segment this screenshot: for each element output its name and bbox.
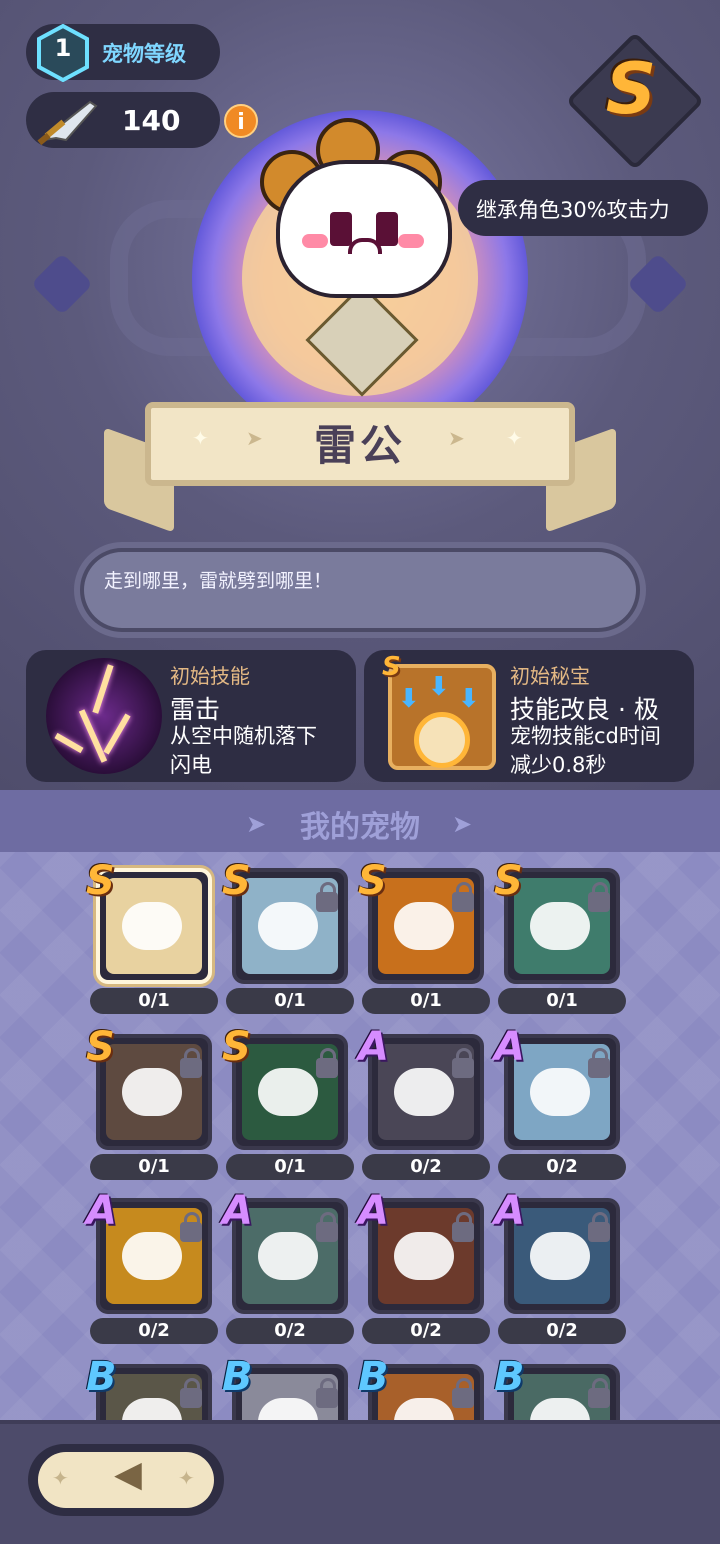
pet-rank-badge: B (358, 1354, 389, 1400)
info-icon[interactable]: i (224, 104, 258, 138)
pet-rank-badge: S (605, 48, 657, 130)
pet-face (394, 902, 454, 950)
lock-icon (588, 882, 610, 912)
pet-shard-count: 0/2 (498, 1154, 626, 1180)
pet-shard-count: 0/2 (362, 1318, 490, 1344)
pet-rank-badge: A (358, 1188, 389, 1234)
sword-icon (37, 100, 98, 146)
pet-rank-badge: A (494, 1188, 525, 1234)
pet-mouth (348, 238, 382, 254)
pet-face (394, 1068, 454, 1116)
pet-face (258, 1232, 318, 1280)
lock-icon (180, 1048, 202, 1078)
feather-icon: ➤ (448, 426, 465, 450)
pet-shard-count: 0/2 (362, 1154, 490, 1180)
sparkle-icon: ✦ (178, 1466, 195, 1490)
lightning-skill-icon (46, 658, 162, 774)
lock-icon (452, 1378, 474, 1408)
lock-icon (588, 1212, 610, 1242)
pet-rank-badge: B (86, 1354, 117, 1400)
lock-icon (180, 1212, 202, 1242)
pet-face (122, 1068, 182, 1116)
pet-face (530, 902, 590, 950)
pet-face (530, 1232, 590, 1280)
sparkle-icon: ✦ (506, 426, 523, 450)
skill-desc-line1: 从空中随机落下 (170, 724, 317, 748)
stopwatch-icon (414, 712, 470, 768)
lock-icon (316, 1048, 338, 1078)
pet-shard-count: 0/1 (498, 988, 626, 1014)
skill-desc-line2: 闪电 (170, 753, 212, 777)
pet-rank-badge: S (86, 1024, 115, 1070)
pet-rank-badge: S (222, 1024, 251, 1070)
my-pets-title: 我的宠物 (300, 810, 420, 845)
pet-face (258, 1068, 318, 1116)
lock-icon (180, 1378, 202, 1408)
lock-icon (452, 1048, 474, 1078)
back-arrow-icon[interactable]: ◀ (70, 1454, 186, 1495)
pet-rank-badge: S (494, 858, 523, 904)
treasure-card-title: 初始秘宝 (510, 664, 590, 688)
pet-rank-badge: B (222, 1354, 253, 1400)
inherit-attack-text: 继承角色30%攻击力 (476, 198, 670, 222)
attack-power-value: 140 (122, 104, 181, 137)
pet-rank-badge: S (222, 858, 251, 904)
pet-level-label: 宠物等级 (102, 42, 186, 66)
pet-eye (376, 212, 398, 246)
pet-rank-badge: A (494, 1024, 525, 1070)
arrow-down-icon: ⬇ (458, 684, 480, 714)
treasure-desc-line1: 宠物技能cd时间 (510, 724, 661, 748)
pet-cheek (302, 234, 328, 248)
pet-shard-count: 0/1 (226, 1154, 354, 1180)
pet-description: 走到哪里，雷就劈到哪里！ (104, 570, 333, 592)
pet-shard-count: 0/2 (90, 1318, 218, 1344)
pet-shard-count: 0/1 (90, 988, 218, 1014)
pet-rank-badge: A (358, 1024, 389, 1070)
lock-icon (316, 1212, 338, 1242)
lock-icon (452, 1212, 474, 1242)
skill-card-title: 初始技能 (170, 664, 250, 688)
lock-icon (316, 882, 338, 912)
treasure-desc-line2: 减少0.8秒 (510, 753, 607, 777)
pet-face (122, 1232, 182, 1280)
lock-icon (316, 1378, 338, 1408)
treasure-name: 技能改良 · 极 (510, 695, 659, 724)
treasure-rank-badge: S (382, 652, 401, 682)
pet-shard-count: 0/1 (90, 1154, 218, 1180)
lock-icon (452, 882, 474, 912)
pet-rank-badge: S (86, 858, 115, 904)
pet-shard-count: 0/1 (226, 988, 354, 1014)
pet-rank-badge: B (494, 1354, 525, 1400)
pet-shard-count: 0/2 (226, 1318, 354, 1344)
pet-level-number: 1 (54, 34, 72, 62)
skill-name: 雷击 (170, 695, 221, 724)
pet-face (394, 1232, 454, 1280)
pet-face (530, 1068, 590, 1116)
arrow-down-icon: ⬇ (398, 684, 420, 714)
lock-icon (588, 1048, 610, 1078)
pet-face (122, 902, 182, 950)
pet-rank-badge: S (358, 858, 387, 904)
feather-icon: ➤ (452, 810, 473, 838)
sparkle-icon: ✦ (52, 1466, 69, 1490)
pet-rank-badge: A (86, 1188, 117, 1234)
pet-face (258, 902, 318, 950)
pet-shard-count: 0/1 (362, 988, 490, 1014)
lock-icon (588, 1378, 610, 1408)
pet-rank-badge: A (222, 1188, 253, 1234)
pet-eye (330, 212, 352, 246)
arrow-down-icon: ⬇ (428, 672, 450, 702)
pet-cheek (398, 234, 424, 248)
pet-shard-count: 0/2 (498, 1318, 626, 1344)
pet-portrait (276, 160, 452, 298)
